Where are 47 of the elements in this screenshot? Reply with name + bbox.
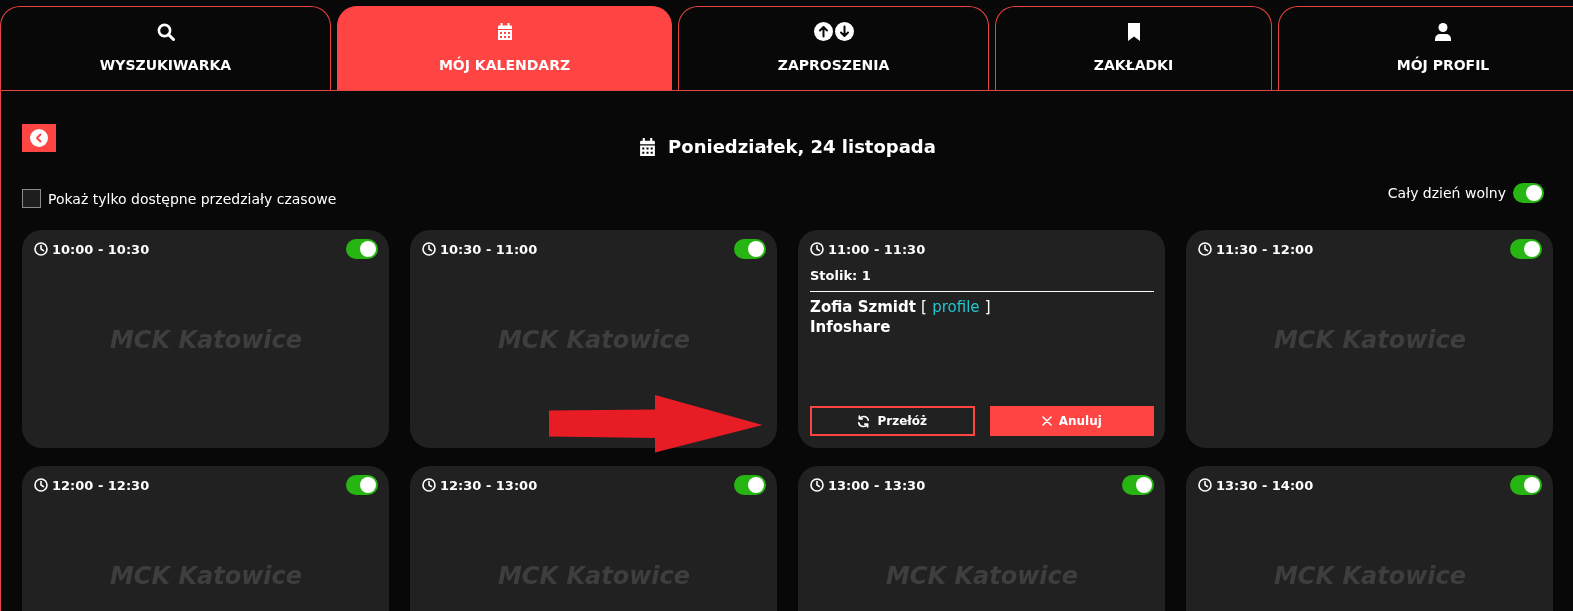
toggle-switch[interactable] xyxy=(1510,475,1542,495)
tab[interactable]: WYSZUKIWARKA xyxy=(0,6,331,90)
slot-time: 12:00 - 12:30 xyxy=(52,477,150,493)
toggle-switch[interactable] xyxy=(346,239,378,259)
clock-icon xyxy=(810,478,824,492)
tab[interactable]: MÓJ PROFIL xyxy=(1278,6,1573,90)
bookmark-icon xyxy=(1126,22,1141,41)
toggle-switch[interactable] xyxy=(1513,183,1544,203)
calendar-icon xyxy=(496,22,513,41)
slot-time: 13:00 - 13:30 xyxy=(828,477,926,493)
toggle-switch[interactable] xyxy=(734,475,766,495)
clock-icon xyxy=(422,242,436,256)
company-name: Infoshare xyxy=(810,318,891,336)
date-title: Poniedziałek, 24 listopada xyxy=(668,136,936,158)
tab[interactable]: ZAPROSZENIA xyxy=(678,6,989,90)
table-number: Stolik: 1 xyxy=(810,268,871,283)
chevron-left-icon xyxy=(30,129,48,147)
toggle-switch[interactable] xyxy=(346,475,378,495)
clock-icon xyxy=(34,478,48,492)
up-down-arrows-icon xyxy=(813,22,854,41)
slot-time: 12:30 - 13:00 xyxy=(440,477,538,493)
reschedule-button[interactable]: Przełóż xyxy=(810,406,975,436)
slot-time: 11:30 - 12:00 xyxy=(1216,241,1314,257)
slot-time: 13:30 - 14:00 xyxy=(1216,477,1314,493)
toggle-switch[interactable] xyxy=(734,239,766,259)
calendar-icon xyxy=(639,137,657,157)
search-icon xyxy=(156,22,175,41)
clock-icon xyxy=(422,478,436,492)
toggle-switch[interactable] xyxy=(1122,475,1154,495)
user-icon xyxy=(1434,22,1452,41)
close-icon xyxy=(1041,416,1052,426)
clock-icon xyxy=(810,242,824,256)
clock-icon xyxy=(1198,242,1212,256)
slot-time: 11:00 - 11:30 xyxy=(828,241,926,257)
back-button[interactable] xyxy=(22,124,56,152)
day-off-label: Cały dzień wolny xyxy=(1387,184,1506,202)
refresh-icon xyxy=(857,414,871,428)
slot-time: 10:30 - 11:00 xyxy=(440,241,538,257)
slot-time: 10:00 - 10:30 xyxy=(52,241,150,257)
checkbox[interactable] xyxy=(22,189,41,208)
tab[interactable]: ZAKŁADKI xyxy=(995,6,1272,90)
clock-icon xyxy=(34,242,48,256)
guest-name: Zofia Szmidt [ profile ] xyxy=(810,298,991,316)
profile-link[interactable]: profile xyxy=(932,298,980,316)
clock-icon xyxy=(1198,478,1212,492)
toggle-switch[interactable] xyxy=(1510,239,1542,259)
checkbox-label: Pokaż tylko dostępne przedziały czasowe xyxy=(48,189,337,208)
